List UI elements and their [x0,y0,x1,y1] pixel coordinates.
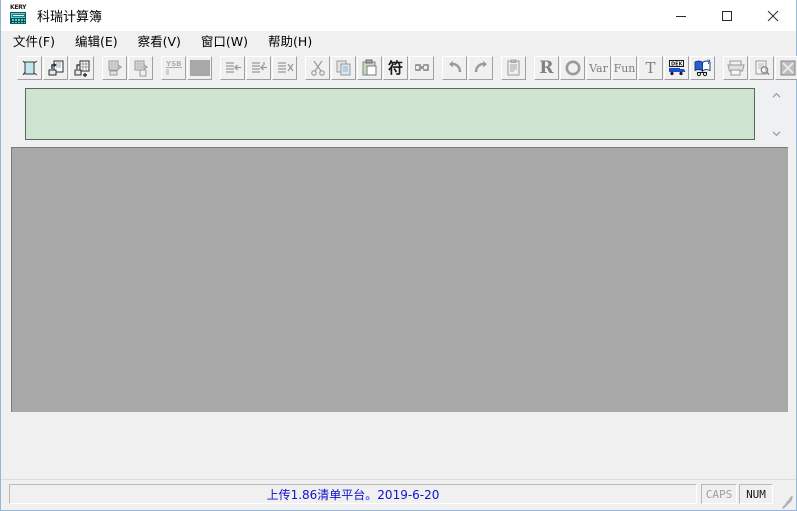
resize-grip[interactable] [779,493,794,509]
symbol-button[interactable]: 符 [383,56,408,80]
paste-button[interactable] [357,56,382,80]
print-button[interactable] [723,56,748,80]
letter-r-icon: R [539,57,554,78]
status-message-pane: 上传1.86清单平台。2019-6-20 [9,484,697,504]
title-bar[interactable]: KERY 科瑞计算簿 [1,0,796,31]
redo-button[interactable] [468,56,493,80]
r-function-button[interactable]: R [534,56,559,80]
var-label-icon: Var [589,61,608,75]
close-button[interactable] [750,0,796,31]
menu-edit[interactable]: 编辑(E) [75,31,118,52]
document-child-window[interactable] [25,88,755,140]
indent-right-button[interactable] [272,56,297,80]
status-badge-num: NUM [739,484,773,504]
menu-window[interactable]: 窗口(W) [201,31,248,52]
circle-button[interactable] [560,56,585,80]
scroll-down-icon[interactable] [768,126,784,140]
document-strip [1,84,796,148]
indent-split-button[interactable] [246,56,271,80]
mdi-client-area [1,84,796,479]
print-preview-button[interactable] [749,56,774,80]
book-help-button[interactable]: ? [690,56,715,80]
document-vertical-scrollbar[interactable] [768,88,784,140]
svg-text:DEK: DEK [671,61,684,67]
svg-text:YSB: YSB [165,60,181,68]
toolbar-separator [298,56,305,80]
menu-help[interactable]: 帮助(H) [268,31,312,52]
mdi-background [11,147,788,412]
minimize-button[interactable] [658,0,704,31]
new-document-button[interactable] [17,56,42,80]
menu-bar: 文件(F) 编辑(E) 察看(V) 窗口(W) 帮助(H) [1,31,796,52]
export-excel-button[interactable] [775,56,797,80]
toolbar-separator [527,56,534,80]
fun-label-icon: Fun [613,61,636,75]
dek-truck-button[interactable]: DEK [664,56,689,80]
application-window: KERY 科瑞计算簿 文件(F) 编辑(E) 察看(V) 窗口(W) 帮助(H)… [0,0,797,511]
open-document-button[interactable] [43,56,68,80]
toolbar-separator [95,56,102,80]
toolbar-separator [154,56,161,80]
scroll-up-icon[interactable] [768,88,784,102]
maximize-button[interactable] [704,0,750,31]
app-icon-keys [11,17,25,23]
function-button[interactable]: Fun [612,56,637,80]
menu-view[interactable]: 察看(V) [138,31,181,52]
status-bar: 上传1.86清单平台。2019-6-20 CAPS NUM [1,479,796,510]
block-button[interactable] [187,56,212,80]
ysb-button[interactable]: YSB [161,56,186,80]
export-sheet-button[interactable] [128,56,153,80]
import-sheet-button[interactable] [102,56,127,80]
toolbar-separator [716,56,723,80]
toolbar-separator [494,56,501,80]
copy-button[interactable] [331,56,356,80]
symbol-fu-icon: 符 [387,58,403,77]
variable-button[interactable]: Var [586,56,611,80]
status-badge-caps: CAPS [701,484,737,504]
text-button[interactable]: T [638,56,663,80]
letter-t-icon: T [645,58,656,77]
window-title: 科瑞计算簿 [37,10,103,25]
status-message: 上传1.86清单平台。2019-6-20 [266,487,440,502]
indent-left-button[interactable] [220,56,245,80]
menu-file[interactable]: 文件(F) [13,31,55,52]
toolbar-separator [435,56,442,80]
toolbar: YSB 符 R Var Fun T DEK ? [1,52,797,84]
window-controls [658,0,796,31]
find-button[interactable] [409,56,434,80]
cut-button[interactable] [305,56,330,80]
calculator-app-icon: KERY [9,3,29,26]
properties-button[interactable] [501,56,526,80]
undo-button[interactable] [442,56,467,80]
app-icon-label: KERY [10,3,27,11]
toolbar-separator [213,56,220,80]
svg-text:?: ? [707,59,711,66]
add-sheet-button[interactable] [69,56,94,80]
